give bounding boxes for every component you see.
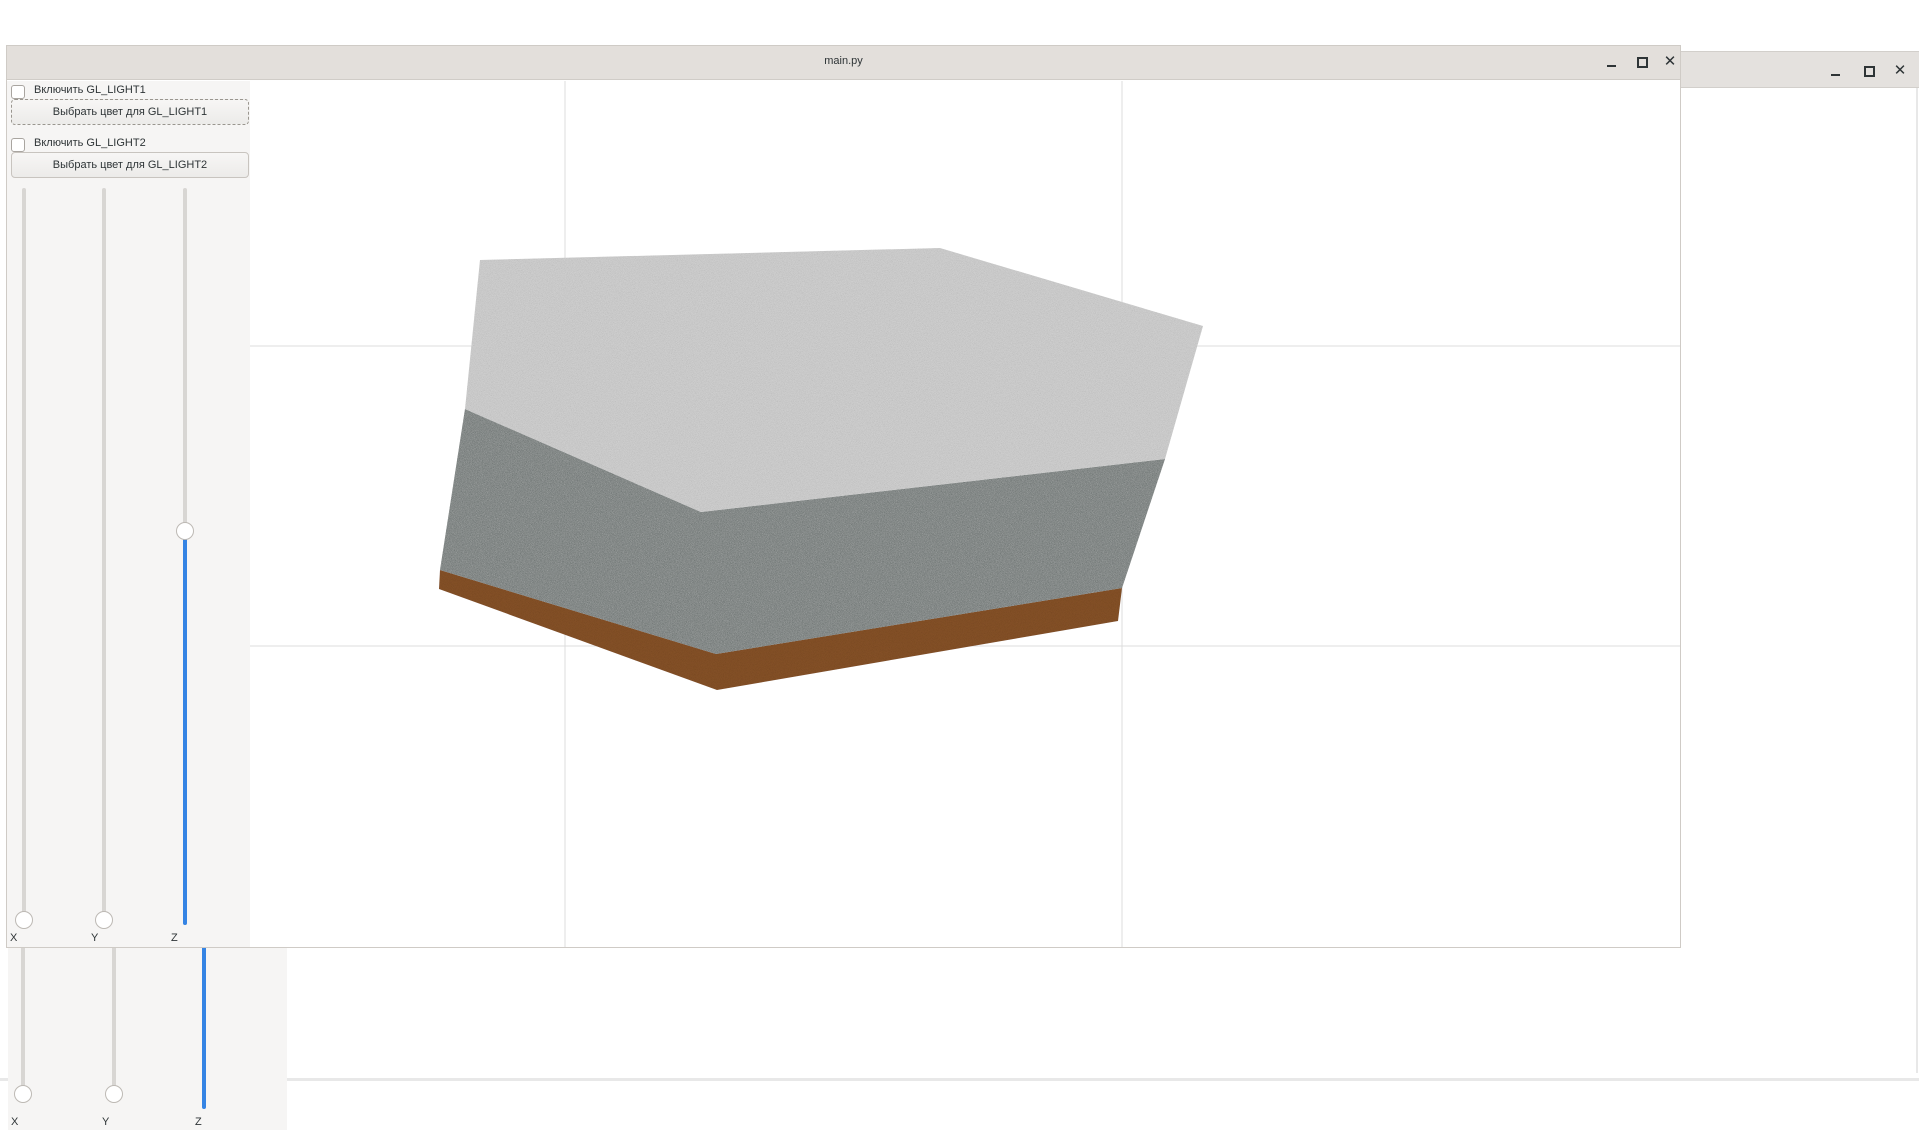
close-icon[interactable]: ✕: [1660, 51, 1680, 71]
main-window-titlebar[interactable]: main.py ✕: [7, 46, 1680, 80]
y-slider-label: Y: [91, 932, 99, 944]
close-icon[interactable]: ✕: [1890, 60, 1910, 80]
light2-color-button[interactable]: Выбрать цвет для GL_LIGHT2: [11, 152, 249, 178]
background-side-panel: X Y Z: [8, 946, 287, 1130]
slider-groove: [21, 946, 25, 1094]
slider-fill: [202, 946, 206, 1109]
x-slider[interactable]: [11, 946, 35, 1103]
control-panel: Включить GL_LIGHT1 Выбрать цвет для GL_L…: [7, 81, 250, 947]
y-slider-label: Y: [102, 1116, 110, 1128]
z-slider[interactable]: [192, 946, 216, 1109]
main-window: main.py ✕ Включить GL_LIGHT1 Выбрать цве…: [6, 45, 1681, 948]
slider-handle[interactable]: [95, 911, 113, 929]
window-border: [1916, 88, 1918, 1073]
minimize-icon[interactable]: [1602, 52, 1622, 72]
x-slider-label: X: [10, 932, 18, 944]
y-slider[interactable]: [102, 946, 126, 1103]
checkbox-box[interactable]: [11, 138, 25, 152]
slider-fill: [183, 531, 187, 925]
window-title: main.py: [824, 55, 863, 67]
z-slider-label: Z: [171, 932, 178, 944]
z-slider[interactable]: [173, 188, 197, 925]
checkbox-box[interactable]: [11, 85, 25, 99]
light2-checkbox-label: Включить GL_LIGHT2: [34, 137, 146, 149]
light1-checkbox-label: Включить GL_LIGHT1: [34, 84, 146, 96]
slider-groove: [102, 188, 106, 920]
minimize-icon[interactable]: [1826, 61, 1846, 81]
opengl-viewport[interactable]: [250, 81, 1680, 947]
slider-groove: [22, 188, 26, 920]
z-slider-label: Z: [195, 1116, 202, 1128]
light1-color-button[interactable]: Выбрать цвет для GL_LIGHT1: [11, 99, 249, 125]
maximize-icon[interactable]: [1631, 51, 1651, 71]
scene-canvas: [250, 81, 1680, 947]
x-slider-label: X: [11, 1116, 19, 1128]
slider-groove: [112, 946, 116, 1094]
background-window-titlebar: ✕: [1680, 51, 1919, 88]
slider-handle[interactable]: [15, 911, 33, 929]
x-slider[interactable]: [12, 188, 36, 929]
slider-handle[interactable]: [14, 1085, 32, 1103]
slider-handle[interactable]: [176, 522, 194, 540]
slider-handle[interactable]: [105, 1085, 123, 1103]
maximize-icon[interactable]: [1858, 60, 1878, 80]
y-slider[interactable]: [92, 188, 116, 929]
